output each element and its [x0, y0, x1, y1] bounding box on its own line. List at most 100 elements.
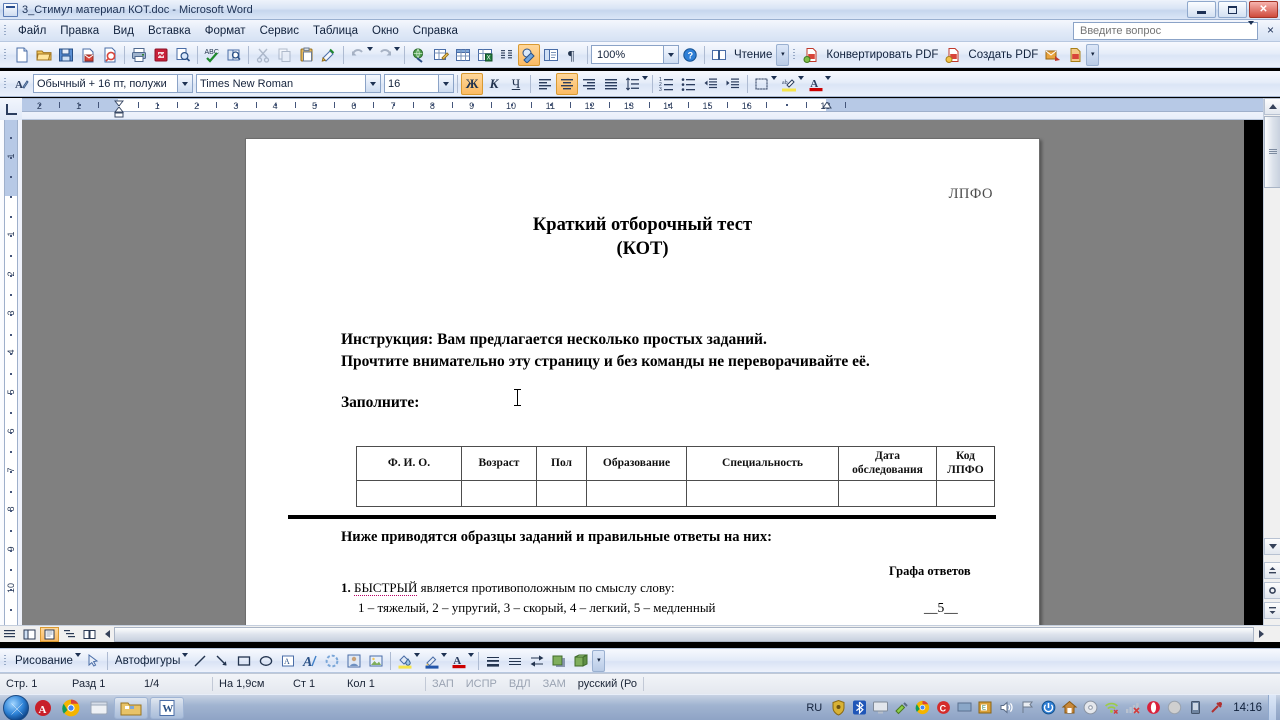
drawing-menu-label[interactable]: Рисование: [11, 655, 77, 667]
tray-icon-usb-device[interactable]: [1187, 699, 1204, 716]
draw-line-button[interactable]: [189, 650, 211, 672]
cell-lpfo-code[interactable]: [936, 480, 995, 508]
status-extend-selection[interactable]: ВДЛ: [503, 678, 537, 690]
shadow-style-button[interactable]: [548, 650, 570, 672]
tray-icon-circle[interactable]: [1166, 699, 1183, 716]
copy-button[interactable]: [274, 44, 296, 66]
pdf-create-button[interactable]: [942, 44, 964, 66]
standard-toolbar-overflow-button[interactable]: ▾: [776, 43, 790, 66]
styles-and-formatting-button[interactable]: A: [11, 73, 33, 95]
cell-gender[interactable]: [536, 480, 587, 508]
font-color-button[interactable]: A: [448, 650, 470, 672]
text-box-button[interactable]: A: [277, 650, 299, 672]
tray-icon-cleaner[interactable]: [893, 699, 910, 716]
print-button[interactable]: [128, 44, 150, 66]
paragraph-style-combo[interactable]: Обычный + 16 пт, полужи: [33, 74, 193, 93]
drawing-toolbar-overflow-button[interactable]: ▾: [592, 649, 606, 672]
numbered-list-button[interactable]: 123: [656, 73, 678, 95]
ask-question-input[interactable]: [1078, 24, 1238, 38]
tray-icon-signal-bars[interactable]: [1124, 699, 1141, 716]
vertical-scroll-thumb[interactable]: [1264, 116, 1280, 188]
align-left-button[interactable]: [534, 73, 556, 95]
clip-art-button[interactable]: [343, 650, 365, 672]
restore-button[interactable]: [1218, 1, 1247, 18]
drawing-toggle-button[interactable]: [518, 43, 540, 66]
document-canvas[interactable]: ЛПФО Краткий отборочный тест (КОТ) Инстр…: [22, 120, 1244, 625]
spelling-button[interactable]: ABC: [201, 44, 223, 66]
formatting-toolbar-grip[interactable]: [2, 75, 9, 93]
line-spacing-button[interactable]: [622, 73, 644, 95]
taskbar-icon-explorer[interactable]: [88, 697, 110, 719]
cell-fio[interactable]: [356, 480, 462, 508]
tray-icon-tool[interactable]: [1208, 699, 1225, 716]
cell-education[interactable]: [586, 480, 687, 508]
tray-language-indicator[interactable]: RU: [800, 702, 828, 714]
paste-button[interactable]: [296, 44, 318, 66]
line-color-button[interactable]: [421, 650, 443, 672]
select-browse-object-button[interactable]: [1264, 582, 1280, 599]
scroll-up-button[interactable]: [1264, 98, 1280, 115]
menu-grip[interactable]: [2, 22, 9, 40]
save-button[interactable]: [55, 44, 77, 66]
horizontal-ruler[interactable]: 211234567891011121314151618: [22, 98, 1280, 120]
vertical-scrollbar[interactable]: [1263, 98, 1280, 625]
search-file-button[interactable]: [99, 44, 121, 66]
start-button[interactable]: [3, 694, 29, 720]
wordart-button[interactable]: A: [299, 650, 321, 672]
taskbar-task-explorer[interactable]: [114, 696, 148, 719]
menu-view[interactable]: Вид: [106, 22, 141, 40]
status-record-mode[interactable]: ЗАП: [426, 678, 460, 690]
borders-button[interactable]: [751, 73, 773, 95]
show-desktop-button[interactable]: [1268, 694, 1276, 720]
line-style-button[interactable]: [482, 650, 504, 672]
status-overtype[interactable]: ЗАМ: [537, 678, 572, 690]
zoom-combo[interactable]: 100%: [591, 45, 679, 64]
tray-icon-bluetooth[interactable]: [851, 699, 868, 716]
menu-file[interactable]: Файл: [11, 22, 53, 40]
scroll-down-button[interactable]: [1264, 538, 1280, 555]
menu-help[interactable]: Справка: [406, 22, 465, 40]
view-reading-button[interactable]: [80, 627, 99, 642]
align-center-button[interactable]: [556, 72, 578, 95]
font-color-button[interactable]: A: [805, 73, 827, 95]
underline-button[interactable]: Ч: [505, 73, 527, 95]
tray-icon-power[interactable]: [1040, 699, 1057, 716]
font-size-combo[interactable]: 16: [384, 74, 454, 93]
horizontal-scroll-thumb[interactable]: [114, 626, 1254, 642]
minimize-button[interactable]: [1187, 1, 1216, 18]
undo-button[interactable]: [347, 44, 369, 66]
horizontal-scrollbar-row[interactable]: [0, 625, 1280, 642]
mail-recipient-button[interactable]: [77, 44, 99, 66]
menu-window[interactable]: Окно: [365, 22, 406, 40]
view-normal-button[interactable]: [0, 627, 19, 642]
pdf-create-label[interactable]: Создать PDF: [964, 49, 1042, 61]
tray-icon-monitor[interactable]: [872, 699, 889, 716]
tray-icon-disc[interactable]: [1082, 699, 1099, 716]
previous-page-button[interactable]: [1264, 562, 1280, 579]
tray-icon-desktop[interactable]: [956, 699, 973, 716]
close-button[interactable]: ✕: [1249, 1, 1278, 18]
drawing-toolbar-grip[interactable]: [2, 652, 9, 670]
align-justify-button[interactable]: [600, 73, 622, 95]
columns-button[interactable]: [496, 44, 518, 66]
table-row[interactable]: [356, 480, 995, 508]
fill-color-button[interactable]: [394, 650, 416, 672]
microsoft-word-help-button[interactable]: ?: [679, 44, 701, 66]
tray-icon-volume[interactable]: [998, 699, 1015, 716]
tray-icon-archive[interactable]: E: [977, 699, 994, 716]
tray-icon-ccleaner[interactable]: C: [935, 699, 952, 716]
dash-style-button[interactable]: [504, 650, 526, 672]
pdf-convert-label[interactable]: Конвертировать PDF: [822, 49, 942, 61]
scroll-right-button[interactable]: [1254, 626, 1268, 643]
3d-style-button[interactable]: [570, 650, 592, 672]
diagram-button[interactable]: [321, 650, 343, 672]
highlight-button[interactable]: ab: [778, 73, 800, 95]
pdf-convert-button[interactable]: [800, 44, 822, 66]
tray-icon-opera[interactable]: [1145, 699, 1162, 716]
tray-icon-wireless[interactable]: [1103, 699, 1120, 716]
cell-exam-date[interactable]: [838, 480, 937, 508]
bold-button[interactable]: Ж: [461, 72, 483, 95]
taskbar-icon-acrobat[interactable]: A: [32, 697, 54, 719]
menu-table[interactable]: Таблица: [306, 22, 365, 40]
document-body[interactable]: ЛПФО Краткий отборочный тест (КОТ) Инстр…: [246, 139, 1039, 625]
